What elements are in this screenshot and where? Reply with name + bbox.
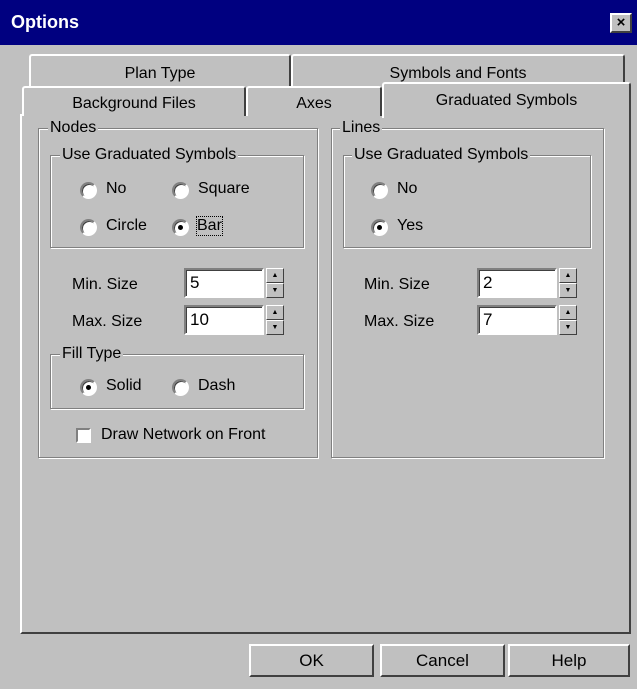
lines-min-size-up-button[interactable]: ▲ xyxy=(559,268,577,283)
tab-axes-label: Axes xyxy=(296,95,332,112)
lines-min-size-input[interactable]: 2 xyxy=(477,268,557,298)
nodes-radio-bar-label: Bar xyxy=(196,216,223,236)
nodes-radio-square-label: Square xyxy=(198,180,250,197)
fill-radio-dash-label: Dash xyxy=(198,377,236,394)
tab-background-files-label: Background Files xyxy=(72,95,196,112)
lines-use-graduated-label: Use Graduated Symbols xyxy=(352,146,531,163)
tab-background-files[interactable]: Background Files xyxy=(22,86,246,116)
arrow-up-icon: ▲ xyxy=(564,309,572,316)
fill-type-label: Fill Type xyxy=(60,345,124,362)
close-button[interactable]: × xyxy=(610,13,632,33)
lines-max-size-up-button[interactable]: ▲ xyxy=(559,305,577,320)
nodes-min-size-down-button[interactable]: ▼ xyxy=(266,283,284,298)
arrow-down-icon: ▼ xyxy=(271,287,279,294)
nodes-group-label: Nodes xyxy=(48,119,99,136)
nodes-radio-square[interactable] xyxy=(172,182,189,199)
tab-graduated-symbols[interactable]: Graduated Symbols xyxy=(382,82,631,118)
ok-button[interactable]: OK xyxy=(249,644,374,677)
lines-min-size-down-button[interactable]: ▼ xyxy=(559,283,577,298)
radio-selected-dot xyxy=(86,385,91,390)
radio-selected-dot xyxy=(377,225,382,230)
nodes-max-size-up-button[interactable]: ▲ xyxy=(266,305,284,320)
window-title: Options xyxy=(11,12,79,32)
arrow-down-icon: ▼ xyxy=(564,324,572,331)
nodes-radio-circle-label: Circle xyxy=(106,217,147,234)
cancel-button[interactable]: Cancel xyxy=(380,644,505,677)
tab-axes[interactable]: Axes xyxy=(246,86,382,116)
arrow-up-icon: ▲ xyxy=(271,309,279,316)
lines-radio-yes-label: Yes xyxy=(397,217,424,234)
nodes-use-graduated-label: Use Graduated Symbols xyxy=(60,146,239,163)
nodes-radio-no-label: No xyxy=(106,180,127,197)
arrow-up-icon: ▲ xyxy=(271,272,279,279)
title-bar: Options × xyxy=(0,0,637,45)
lines-min-size-label: Min. Size xyxy=(364,276,430,293)
arrow-down-icon: ▼ xyxy=(271,324,279,331)
draw-network-checkbox[interactable] xyxy=(76,428,91,443)
arrow-up-icon: ▲ xyxy=(564,272,572,279)
nodes-max-size-input[interactable]: 10 xyxy=(184,305,264,335)
nodes-min-size-label: Min. Size xyxy=(72,276,138,293)
lines-max-size-down-button[interactable]: ▼ xyxy=(559,320,577,335)
nodes-radio-circle[interactable] xyxy=(80,219,97,236)
arrow-down-icon: ▼ xyxy=(564,287,572,294)
lines-radio-yes[interactable] xyxy=(371,219,388,236)
nodes-min-size-up-button[interactable]: ▲ xyxy=(266,268,284,283)
fill-radio-solid[interactable] xyxy=(80,379,97,396)
nodes-max-size-label: Max. Size xyxy=(72,313,143,330)
lines-max-size-input[interactable]: 7 xyxy=(477,305,557,335)
lines-max-size-label: Max. Size xyxy=(364,313,435,330)
fill-radio-dash[interactable] xyxy=(172,379,189,396)
lines-group-label: Lines xyxy=(340,119,383,136)
lines-radio-no[interactable] xyxy=(371,182,388,199)
lines-radio-no-label: No xyxy=(397,180,418,197)
tab-plan-type[interactable]: Plan Type xyxy=(29,54,291,86)
nodes-radio-no[interactable] xyxy=(80,182,97,199)
nodes-min-size-input[interactable]: 5 xyxy=(184,268,264,298)
fill-radio-solid-label: Solid xyxy=(106,377,142,394)
tab-graduated-symbols-label: Graduated Symbols xyxy=(435,92,578,109)
close-icon: × xyxy=(616,14,626,31)
help-button[interactable]: Help xyxy=(508,644,630,677)
radio-selected-dot xyxy=(178,225,183,230)
nodes-radio-bar[interactable] xyxy=(172,219,189,236)
draw-network-label: Draw Network on Front xyxy=(101,426,266,443)
nodes-max-size-down-button[interactable]: ▼ xyxy=(266,320,284,335)
